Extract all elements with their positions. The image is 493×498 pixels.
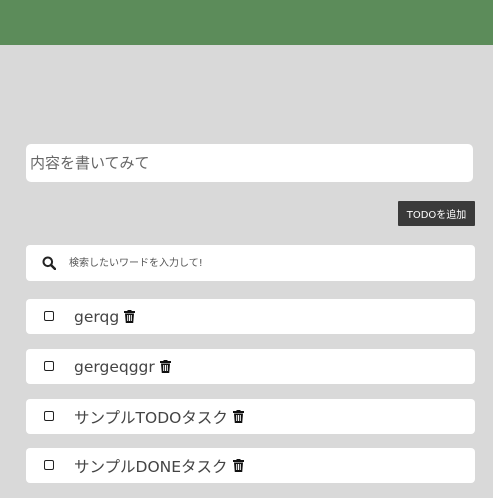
todo-item: サンプルTODOタスク — [26, 399, 475, 434]
todo-text: サンプルDONEタスク — [74, 457, 228, 476]
header-bar — [0, 0, 493, 45]
todo-item: サンプルDONEタスク — [26, 448, 475, 483]
todo-list: gerqg gergeqggr サンプルTODOタスク サンプルDONEタスク — [26, 299, 475, 498]
todo-checkbox[interactable] — [44, 459, 54, 470]
todo-text: gergeqggr — [74, 357, 155, 376]
todo-text: gerqg — [74, 307, 120, 326]
todo-checkbox[interactable] — [44, 360, 54, 371]
todo-checkbox[interactable] — [44, 310, 54, 321]
trash-icon[interactable] — [232, 410, 244, 423]
todo-item: gergeqggr — [26, 349, 475, 384]
trash-icon[interactable] — [232, 459, 244, 472]
todo-content-field[interactable] — [26, 144, 473, 182]
trash-icon[interactable] — [159, 360, 171, 373]
search-box[interactable] — [26, 245, 475, 281]
todo-checkbox[interactable] — [44, 410, 54, 421]
todo-text: サンプルTODOタスク — [74, 408, 228, 427]
todo-item: gerqg — [26, 299, 475, 334]
search-icon — [42, 256, 56, 270]
search-input[interactable] — [67, 256, 475, 270]
trash-icon[interactable] — [124, 310, 136, 323]
todo-content-input[interactable] — [28, 153, 471, 173]
add-todo-button[interactable]: TODOを追加 — [398, 201, 475, 226]
